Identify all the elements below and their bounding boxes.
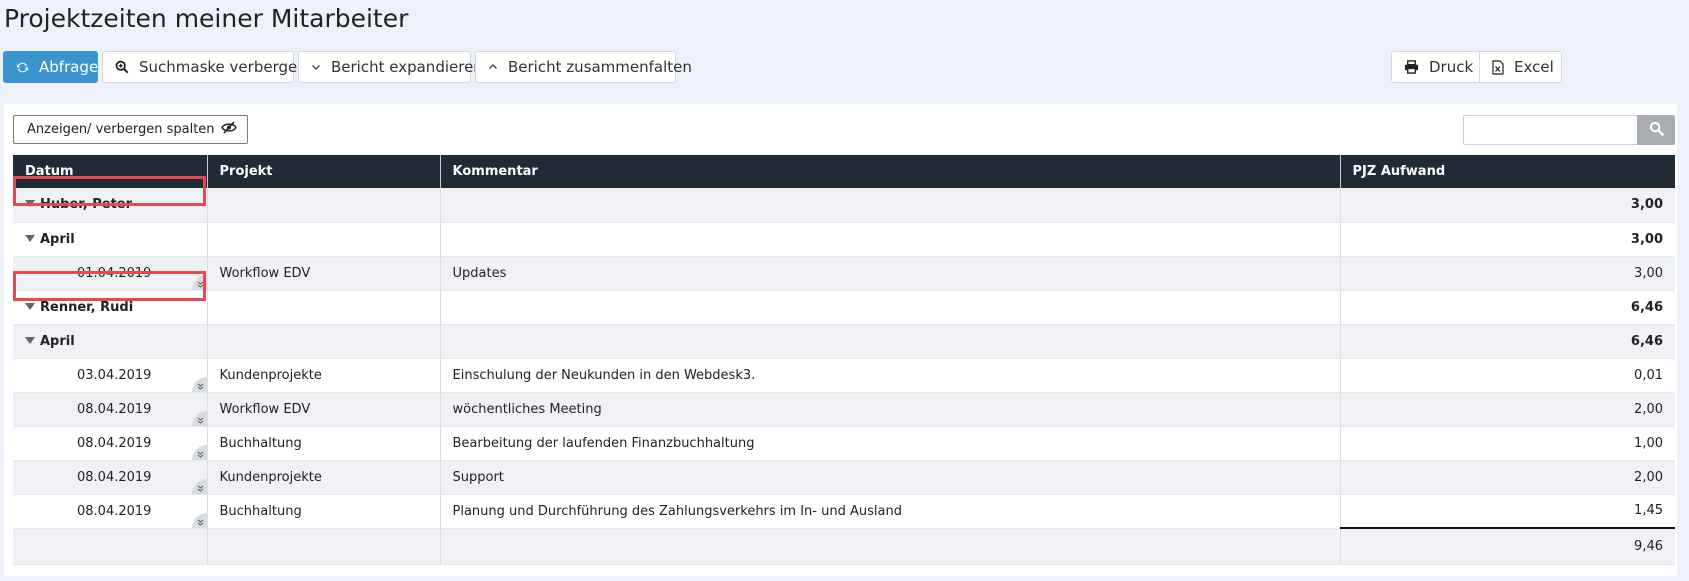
table-search-input[interactable] xyxy=(1463,115,1637,145)
print-label: Druck xyxy=(1429,58,1474,76)
column-header-comment[interactable]: Kommentar xyxy=(440,155,1341,188)
excel-label: Excel xyxy=(1514,58,1554,76)
column-header-project[interactable]: Projekt xyxy=(207,155,441,188)
search-button[interactable] xyxy=(1637,115,1675,145)
row-comment: wöchentliches Meeting xyxy=(440,392,1341,427)
print-button[interactable]: Druck xyxy=(1391,51,1480,83)
grand-total: 9,46 xyxy=(1340,527,1675,565)
row-comment: Planung und Durchführung des Zahlungsver… xyxy=(440,494,1341,529)
row-date: 08.04.2019 xyxy=(77,469,152,485)
toggle-columns-label: Anzeigen/ verbergen spalten xyxy=(27,122,215,137)
hide-search-button[interactable]: Suchmaske verbergen xyxy=(102,51,307,83)
excel-file-icon xyxy=(1492,59,1504,75)
row-effort: 3,00 xyxy=(1340,256,1675,291)
group-row-month[interactable]: April 6,46 xyxy=(13,324,1675,359)
caret-down-icon[interactable] xyxy=(25,200,35,208)
row-date: 01.04.2019 xyxy=(77,265,152,281)
table-row[interactable]: 08.04.2019 Kundenprojekte Support 2,00 xyxy=(13,460,1675,495)
expand-report-button[interactable]: Bericht expandieren xyxy=(298,51,483,83)
row-project: Workflow EDV xyxy=(207,256,441,291)
expand-row-icon[interactable] xyxy=(191,512,206,527)
toggle-columns-button[interactable]: Anzeigen/ verbergen spalten xyxy=(13,115,248,144)
row-project: Kundenprojekte xyxy=(207,460,441,495)
chevron-up-icon xyxy=(488,63,498,71)
printer-icon xyxy=(1404,60,1419,74)
table-row[interactable]: 08.04.2019 Buchhaltung Bearbeitung der l… xyxy=(13,426,1675,461)
row-effort: 1,00 xyxy=(1340,426,1675,461)
zoom-icon xyxy=(115,60,129,74)
expand-row-icon[interactable] xyxy=(191,274,206,289)
expand-report-label: Bericht expandieren xyxy=(331,58,483,76)
eye-slash-icon xyxy=(220,121,237,138)
month-name: April xyxy=(40,231,75,247)
group-row-employee[interactable]: Huber, Peter 3,00 xyxy=(13,188,1675,223)
table-header-row: Datum Projekt Kommentar PJZ Aufwand xyxy=(13,155,1675,188)
month-total: 6,46 xyxy=(1340,324,1675,359)
row-effort: 1,45 xyxy=(1340,494,1675,529)
chevron-down-icon xyxy=(311,63,321,71)
group-total: 3,00 xyxy=(1340,188,1675,223)
report-panel: Anzeigen/ verbergen spalten Datum Projek… xyxy=(4,104,1677,576)
month-total: 3,00 xyxy=(1340,222,1675,257)
row-effort: 2,00 xyxy=(1340,460,1675,495)
row-comment: Bearbeitung der laufenden Finanzbuchhalt… xyxy=(440,426,1341,461)
table-row[interactable]: 08.04.2019 Buchhaltung Planung und Durch… xyxy=(13,494,1675,529)
collapse-report-label: Bericht zusammenfalten xyxy=(508,58,692,76)
row-project: Buchhaltung xyxy=(207,426,441,461)
excel-button[interactable]: Excel xyxy=(1479,51,1562,83)
expand-row-icon[interactable] xyxy=(191,410,206,425)
search-icon xyxy=(1649,121,1664,140)
row-project: Workflow EDV xyxy=(207,392,441,427)
grand-total-row: 9,46 xyxy=(13,527,1675,565)
query-button[interactable]: Abfrage xyxy=(3,51,98,83)
row-project: Buchhaltung xyxy=(207,494,441,529)
row-effort: 2,00 xyxy=(1340,392,1675,427)
column-header-effort[interactable]: PJZ Aufwand xyxy=(1340,155,1675,188)
page-title: Projektzeiten meiner Mitarbeiter xyxy=(4,4,409,33)
collapse-report-button[interactable]: Bericht zusammenfalten xyxy=(475,51,692,83)
row-date: 08.04.2019 xyxy=(77,503,152,519)
query-button-label: Abfrage xyxy=(39,58,99,76)
report-table: Datum Projekt Kommentar PJZ Aufwand Hube… xyxy=(13,155,1675,565)
refresh-icon xyxy=(16,61,29,74)
row-comment: Support xyxy=(440,460,1341,495)
caret-down-icon[interactable] xyxy=(25,234,35,242)
row-project: Kundenprojekte xyxy=(207,358,441,393)
row-date: 08.04.2019 xyxy=(77,435,152,451)
employee-name: Renner, Rudi xyxy=(40,299,134,315)
expand-row-icon[interactable] xyxy=(191,444,206,459)
expand-row-icon[interactable] xyxy=(191,376,206,391)
month-name: April xyxy=(40,333,75,349)
row-comment: Einschulung der Neukunden in den Webdesk… xyxy=(440,358,1341,393)
row-comment: Updates xyxy=(440,256,1341,291)
group-total: 6,46 xyxy=(1340,290,1675,325)
table-row[interactable]: 08.04.2019 Workflow EDV wöchentliches Me… xyxy=(13,392,1675,427)
column-header-date[interactable]: Datum xyxy=(13,155,208,188)
table-row[interactable]: 01.04.2019 Workflow EDV Updates 3,00 xyxy=(13,256,1675,291)
row-effort: 0,01 xyxy=(1340,358,1675,393)
group-row-employee[interactable]: Renner, Rudi 6,46 xyxy=(13,290,1675,325)
table-row[interactable]: 03.04.2019 Kundenprojekte Einschulung de… xyxy=(13,358,1675,393)
caret-down-icon[interactable] xyxy=(25,302,35,310)
expand-row-icon[interactable] xyxy=(191,478,206,493)
group-row-month[interactable]: April 3,00 xyxy=(13,222,1675,257)
row-date: 08.04.2019 xyxy=(77,401,152,417)
hide-search-label: Suchmaske verbergen xyxy=(139,58,307,76)
row-date: 03.04.2019 xyxy=(77,367,152,383)
employee-name: Huber, Peter xyxy=(40,197,133,213)
caret-down-icon[interactable] xyxy=(25,336,35,344)
